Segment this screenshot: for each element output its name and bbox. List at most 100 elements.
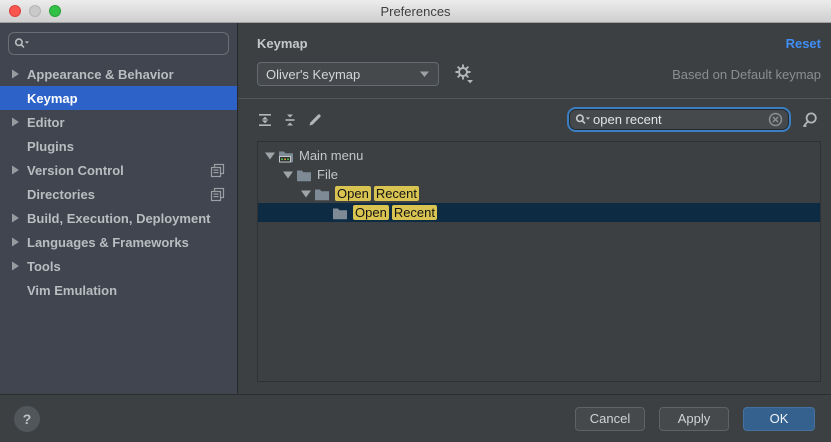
search-chevron[interactable] [586, 117, 590, 119]
sidebar-item-directories[interactable]: Directories [0, 182, 237, 206]
sidebar-item-plugins[interactable]: Plugins [0, 134, 237, 158]
disclosure-triangle[interactable] [298, 188, 314, 199]
sidebar-item-label: Editor [27, 115, 65, 130]
tree-row-open-recent[interactable]: OpenRecent [258, 184, 820, 203]
sidebar-item-tools[interactable]: Tools [0, 254, 237, 278]
disclosure-triangle[interactable] [262, 150, 278, 161]
expand-all-button[interactable] [257, 112, 273, 128]
ok-button[interactable]: OK [743, 407, 815, 431]
sidebar-item-editor[interactable]: Editor [0, 110, 237, 134]
keymap-search-input[interactable] [593, 112, 768, 127]
disclosure-triangle-down-icon [282, 169, 294, 180]
close-button[interactable] [9, 5, 21, 17]
sidebar-item-label: Languages & Frameworks [27, 235, 189, 250]
shared-settings-indicator [210, 163, 225, 178]
gear-icon [454, 64, 474, 84]
title-bar: Preferences [0, 0, 831, 23]
search-match-highlight: Recent [392, 205, 437, 220]
expand-arrow[interactable] [10, 212, 27, 224]
disclosure-triangle-down-icon [264, 150, 276, 161]
sidebar-item-label: Appearance & Behavior [27, 67, 174, 82]
keymap-options-button[interactable] [454, 64, 474, 84]
settings-search-input[interactable] [30, 36, 223, 51]
sidebar-item-appearance-behavior[interactable]: Appearance & Behavior [0, 62, 237, 86]
folder-icon [314, 186, 330, 202]
disclosure-triangle[interactable] [280, 169, 296, 180]
search-match-highlight: Open [353, 205, 389, 220]
expand-arrow[interactable] [10, 164, 27, 176]
folder-icon [332, 205, 348, 221]
main-menu-folder-icon [278, 148, 294, 164]
zoom-button[interactable] [49, 5, 61, 17]
settings-category-list: Appearance & Behavior Keymap Editor Plugins… [0, 62, 237, 302]
expand-arrow[interactable] [10, 260, 27, 272]
sidebar-item-keymap[interactable]: Keymap [0, 86, 237, 110]
search-match-highlight: Open [335, 186, 371, 201]
sidebar-item-label: Tools [27, 259, 61, 274]
shared-settings-icon [210, 163, 225, 178]
tree-node-label: Main menu [299, 148, 363, 163]
keymap-search-field[interactable] [569, 109, 789, 130]
tree-node-label: File [317, 167, 338, 182]
page-title: Keymap [257, 36, 308, 51]
preferences-window: Preferences Appearance & Behavior Keymap E… [0, 0, 831, 442]
keymap-dropdown-value: Oliver's Keymap [266, 67, 360, 82]
clear-icon[interactable] [768, 112, 783, 127]
find-actions-by-shortcut-button[interactable] [801, 111, 819, 129]
apply-button[interactable]: Apply [659, 407, 729, 431]
settings-sidebar: Appearance & Behavior Keymap Editor Plugins… [0, 23, 238, 394]
window-title: Preferences [380, 4, 450, 19]
cancel-button[interactable]: Cancel [575, 407, 645, 431]
expand-arrow[interactable] [10, 236, 27, 248]
sidebar-item-label: Version Control [27, 163, 124, 178]
disclosure-triangle-down-icon [300, 188, 312, 199]
find-by-shortcut-icon [801, 111, 819, 129]
keymap-settings-panel: Keymap Reset Oliver's Keymap [238, 23, 831, 394]
disclosure-triangle-right-icon [10, 212, 20, 224]
folder-icon [314, 186, 330, 202]
sidebar-item-label: Vim Emulation [27, 283, 117, 298]
edit-shortcut-button[interactable] [307, 112, 323, 128]
sidebar-item-label: Build, Execution, Deployment [27, 211, 210, 226]
disclosure-triangle-right-icon [10, 260, 20, 272]
disclosure-triangle-right-icon [10, 164, 20, 176]
sidebar-item-label: Directories [27, 187, 95, 202]
settings-search-field[interactable] [8, 32, 229, 55]
disclosure-triangle-right-icon [10, 236, 20, 248]
chevron-down-icon [419, 70, 430, 78]
expand-arrow[interactable] [10, 68, 27, 80]
keymap-dropdown[interactable]: Oliver's Keymap [257, 62, 439, 86]
tree-row-open-recent[interactable]: OpenRecent [258, 203, 820, 222]
sidebar-item-version-control[interactable]: Version Control [0, 158, 237, 182]
help-icon: ? [23, 411, 32, 427]
edit-pencil-icon [307, 112, 323, 128]
search-chevron[interactable] [25, 41, 29, 43]
folder-icon [296, 167, 312, 183]
help-button[interactable]: ? [14, 406, 40, 432]
keymap-toolbar [257, 99, 821, 140]
folder-icon [296, 167, 312, 183]
sidebar-item-label: Plugins [27, 139, 74, 154]
reset-link[interactable]: Reset [786, 36, 821, 51]
sidebar-item-vim-emulation[interactable]: Vim Emulation [0, 278, 237, 302]
shared-settings-indicator [210, 187, 225, 202]
expand-arrow[interactable] [10, 116, 27, 128]
folder-icon [332, 205, 348, 221]
main-menu-folder-icon [278, 148, 294, 164]
tree-row-file[interactable]: File [258, 165, 820, 184]
disclosure-triangle-right-icon [10, 116, 20, 128]
sidebar-item-build-execution-deployment[interactable]: Build, Execution, Deployment [0, 206, 237, 230]
minimize-button-disabled [29, 5, 41, 17]
tree-row-main-menu[interactable]: Main menu [258, 146, 820, 165]
shared-settings-icon [210, 187, 225, 202]
collapse-all-button[interactable] [282, 112, 298, 128]
search-match-highlight: Recent [374, 186, 419, 201]
sidebar-item-languages-frameworks[interactable]: Languages & Frameworks [0, 230, 237, 254]
search-icon [14, 37, 30, 51]
collapse-all-icon [282, 112, 298, 128]
keymap-action-tree: Main menuFileOpenRecentOpenRecent [257, 141, 821, 382]
traffic-lights [9, 0, 61, 22]
expand-all-icon [257, 112, 273, 128]
search-icon [575, 113, 591, 127]
based-on-label: Based on Default keymap [672, 67, 821, 82]
